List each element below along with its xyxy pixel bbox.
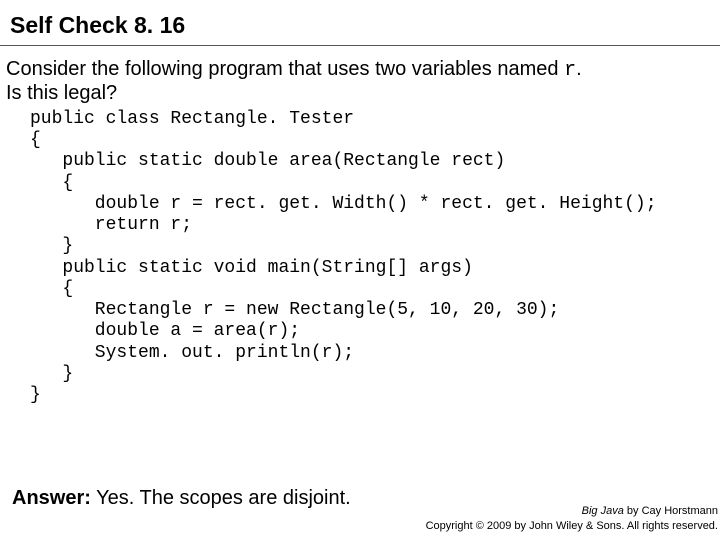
question-line1-pre: Consider the following program that uses… — [6, 58, 564, 80]
copyright: Copyright © 2009 by John Wiley & Sons. A… — [426, 520, 718, 532]
question-inline-code: r — [564, 59, 576, 82]
answer: Answer: Yes. The scopes are disjoint. — [12, 487, 351, 509]
question-text: Consider the following program that uses… — [2, 58, 718, 105]
slide-title: Self Check 8. 16 — [0, 0, 720, 45]
attribution: Big Java by Cay Horstmann — [582, 506, 718, 518]
question-line1-post: . — [576, 58, 582, 80]
book-name: Big Java — [582, 505, 624, 517]
content-area: Consider the following program that uses… — [0, 46, 720, 406]
author: by Cay Horstmann — [624, 505, 718, 517]
question-line2: Is this legal? — [6, 82, 117, 104]
answer-label: Answer: — [12, 487, 91, 509]
answer-text: Yes. The scopes are disjoint. — [91, 487, 351, 509]
code-block: public class Rectangle. Tester { public … — [2, 105, 718, 406]
